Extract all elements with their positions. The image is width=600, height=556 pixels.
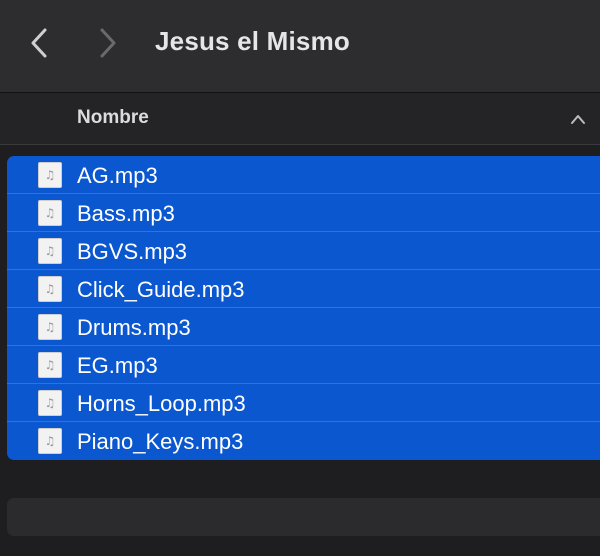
file-name: Horns_Loop.mp3 — [77, 391, 246, 416]
file-row[interactable]: ♫ BGVS.mp3 — [7, 232, 600, 270]
back-button[interactable] — [24, 26, 54, 60]
name-column-header[interactable]: Nombre — [77, 107, 149, 129]
audio-file-icon: ♫ — [38, 238, 62, 264]
file-row[interactable]: ♫ Click_Guide.mp3 — [7, 270, 600, 308]
window-title: Jesus el Mismo — [155, 26, 350, 56]
file-name: Bass.mp3 — [77, 201, 175, 226]
column-header: Nombre — [0, 93, 600, 145]
file-row[interactable]: ♫ Horns_Loop.mp3 — [7, 384, 600, 422]
forward-button[interactable] — [93, 26, 123, 60]
audio-file-icon: ♫ — [38, 428, 62, 454]
music-note-icon: ♫ — [44, 206, 56, 220]
music-note-icon: ♫ — [44, 282, 56, 296]
music-note-icon: ♫ — [44, 168, 56, 182]
toolbar: Jesus el Mismo — [0, 0, 600, 93]
file-name: EG.mp3 — [77, 353, 158, 378]
finder-window: Jesus el Mismo Nombre ♫ AG.mp3 ♫ Bass.mp3 ♫ B… — [0, 0, 600, 556]
file-row[interactable]: ♫ Bass.mp3 — [7, 194, 600, 232]
file-name: BGVS.mp3 — [77, 239, 188, 264]
file-name: Click_Guide.mp3 — [77, 277, 245, 302]
music-note-icon: ♫ — [44, 434, 56, 448]
file-name: Drums.mp3 — [77, 315, 191, 340]
audio-file-icon: ♫ — [38, 276, 62, 302]
audio-file-icon: ♫ — [38, 200, 62, 226]
chevron-right-icon — [100, 28, 116, 58]
file-name: Piano_Keys.mp3 — [77, 429, 244, 454]
chevron-up-icon[interactable] — [569, 113, 587, 125]
music-note-icon: ♫ — [44, 320, 56, 334]
path-bar — [7, 498, 600, 536]
file-list: ♫ AG.mp3 ♫ Bass.mp3 ♫ BGVS.mp3 ♫ Click_Guide.mp… — [7, 156, 600, 460]
file-name: AG.mp3 — [77, 163, 158, 188]
music-note-icon: ♫ — [44, 244, 56, 258]
file-row[interactable]: ♫ EG.mp3 — [7, 346, 600, 384]
file-row[interactable]: ♫ Drums.mp3 — [7, 308, 600, 346]
audio-file-icon: ♫ — [38, 314, 62, 340]
audio-file-icon: ♫ — [38, 390, 62, 416]
music-note-icon: ♫ — [44, 358, 56, 372]
audio-file-icon: ♫ — [38, 162, 62, 188]
music-note-icon: ♫ — [44, 396, 56, 410]
file-row[interactable]: ♫ Piano_Keys.mp3 — [7, 422, 600, 460]
chevron-left-icon — [31, 28, 47, 58]
audio-file-icon: ♫ — [38, 352, 62, 378]
file-row[interactable]: ♫ AG.mp3 — [7, 156, 600, 194]
